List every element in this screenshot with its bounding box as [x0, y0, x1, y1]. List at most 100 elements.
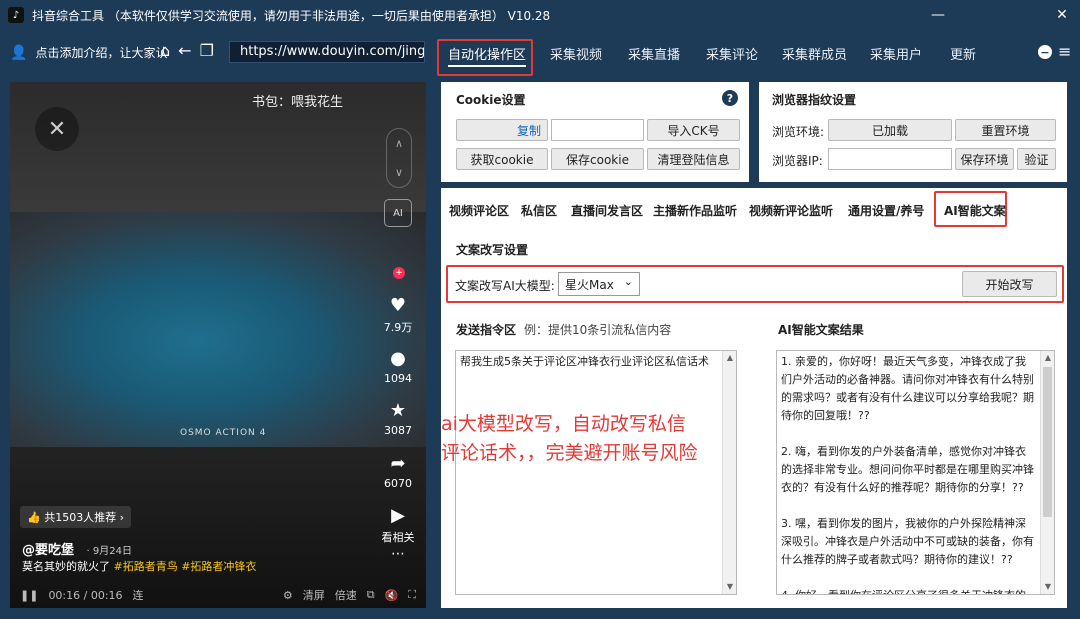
heart-icon: ♥ — [389, 295, 407, 316]
app-logo-icon: ♪ — [8, 7, 24, 23]
tab-collect-live[interactable]: 采集直播 — [628, 44, 680, 63]
comment-stat[interactable]: ● 1094 — [376, 348, 420, 385]
get-cookie-button[interactable]: 获取cookie — [456, 148, 548, 170]
close-window-button[interactable]: ✕ — [1040, 0, 1080, 30]
result-textarea[interactable]: 1. 亲爱的，你好呀！最近天气多变，冲锋衣成了我们户外活动的必备神器。请问你对冲… — [776, 350, 1055, 595]
tab-general-settings[interactable]: 通用设置/养号 — [848, 202, 924, 219]
prompt-scrollbar[interactable]: ▲ ▼ — [722, 351, 736, 594]
menu-icon[interactable]: ≡ — [1058, 42, 1071, 61]
video-player[interactable]: ✕ 书包：喂我花生 ∧ ∨ AI + ♥ 7.9万 ● 1094 ★ 3087 … — [10, 82, 426, 608]
star-icon: ★ — [389, 400, 407, 421]
promo-annotation: ai大模型改写，自动改写私信 评论话术，，完美避开账号风险 — [441, 410, 698, 468]
prompt-example: 例：提供10条引流私信内容 — [524, 323, 672, 337]
result-item: 3. 嘿，看到你发的图片，我被你的户外探险精神深深吸引。冲锋衣是户外活动中不可或… — [781, 517, 1034, 566]
tab-video-comments[interactable]: 视频评论区 — [449, 202, 509, 219]
chevron-down-icon: ⌄ — [623, 275, 633, 288]
like-stat[interactable]: ♥ 7.9万 — [376, 295, 420, 335]
prompt-text: 帮我生成5条关于评论区冲锋衣行业评论区私信话术 — [460, 355, 709, 368]
model-label: 文案改写AI大模型: — [455, 279, 555, 293]
mute-icon[interactable]: 🔇 — [385, 589, 399, 602]
result-scrollbar[interactable]: ▲ ▼ — [1040, 351, 1054, 594]
scroll-up-icon[interactable]: ▲ — [723, 351, 736, 365]
fullscreen-icon[interactable]: ⛶ — [408, 588, 416, 602]
ai-icon[interactable]: AI — [384, 199, 412, 227]
cookie-input[interactable] — [551, 119, 644, 141]
clear-login-button[interactable]: 清理登陆信息 — [647, 148, 740, 170]
browser-ip-label: 浏览器IP: — [772, 154, 823, 168]
user-icon: 👤 — [10, 44, 28, 61]
share-stat[interactable]: ➦ 6070 — [376, 453, 420, 490]
camera-watermark: OSMO ACTION 4 — [180, 428, 267, 438]
user-intro-text: 点击添加介绍，让大家认 — [35, 46, 168, 60]
copy-page-icon[interactable]: ❐ — [200, 41, 214, 60]
close-video-icon[interactable]: ✕ — [35, 107, 79, 151]
tab-new-works-monitor[interactable]: 主播新作品监听 — [653, 202, 737, 219]
autoplay-toggle[interactable]: 连 — [133, 587, 144, 603]
scroll-up-icon[interactable]: ▲ — [1041, 351, 1054, 365]
favorite-stat[interactable]: ★ 3087 — [376, 400, 420, 437]
prompt-textarea[interactable]: 帮我生成5条关于评论区冲锋衣行业评论区私信话术 ▲ ▼ — [455, 350, 737, 595]
scroll-down-icon[interactable]: ▼ — [723, 580, 736, 594]
import-ck-button[interactable]: 导入CK号 — [647, 119, 740, 141]
description-tags[interactable]: #拓路者青鸟 #拓路者冲锋衣 — [114, 560, 257, 573]
video-scroll-control[interactable]: ∧ ∨ — [386, 128, 412, 188]
tab-live-room[interactable]: 直播间发言区 — [571, 202, 643, 219]
url-bar[interactable]: https://www.douyin.com/jingxuan — [229, 41, 425, 63]
tab-collect-video[interactable]: 采集视频 — [550, 44, 602, 63]
video-bag-text: 书包：喂我花生 — [252, 95, 344, 110]
tab-new-comment-monitor[interactable]: 视频新评论监听 — [749, 202, 833, 219]
cookie-panel-title: Cookie设置 — [456, 93, 526, 107]
save-env-button[interactable]: 保存环境 — [955, 148, 1014, 170]
home-icon[interactable]: ⌂ — [160, 41, 170, 60]
save-cookie-button[interactable]: 保存cookie — [551, 148, 644, 170]
follow-plus-icon[interactable]: + — [393, 267, 405, 279]
scroll-down-icon[interactable]: ▼ — [1041, 580, 1054, 594]
collapse-icon[interactable]: − — [1038, 45, 1052, 59]
help-icon[interactable]: ? — [722, 90, 738, 106]
video-frame — [10, 212, 426, 447]
video-time: 00:16 / 00:16 — [48, 588, 123, 602]
video-blur-top — [10, 82, 426, 212]
tab-collect-comments[interactable]: 采集评论 — [706, 44, 758, 63]
browser-panel-title: 浏览器指纹设置 — [772, 93, 857, 107]
comment-icon: ● — [390, 348, 406, 369]
tab-update[interactable]: 更新 — [950, 44, 976, 63]
tab-collect-group-members[interactable]: 采集群成员 — [782, 44, 847, 63]
tab-collect-users[interactable]: 采集用户 — [870, 44, 922, 63]
speed-button[interactable]: 倍速 — [335, 587, 357, 603]
reset-env-button[interactable]: 重置环境 — [955, 119, 1056, 141]
description-text: 莫名其妙的就火了 — [22, 560, 110, 573]
tab-automation[interactable]: 自动化操作区 — [448, 44, 527, 67]
chevron-up-icon[interactable]: ∧ — [395, 137, 403, 150]
verify-button[interactable]: 验证 — [1017, 148, 1056, 170]
scroll-thumb[interactable] — [1043, 367, 1052, 517]
copy-cookie-button[interactable]: 复制 — [456, 119, 548, 141]
promo-line-2: 评论话术，，完美避开账号风险 — [441, 442, 698, 464]
clear-screen-toggle[interactable]: 清屏 — [303, 587, 325, 603]
share-icon: ➦ — [390, 453, 406, 474]
chevron-down-icon[interactable]: ∨ — [395, 166, 403, 179]
more-options-icon[interactable]: ⋯ — [376, 546, 420, 562]
browser-ip-input[interactable] — [828, 148, 952, 170]
like-count: 7.9万 — [383, 321, 413, 334]
model-select[interactable]: 星火Max ⌄ — [558, 272, 640, 296]
promo-line-1: ai大模型改写，自动改写私信 — [441, 413, 686, 435]
settings-icon[interactable]: ⚙ — [283, 589, 293, 602]
tab-ai-copywriting[interactable]: AI智能文案 — [944, 202, 1006, 219]
start-rewrite-button[interactable]: 开始改写 — [962, 271, 1057, 297]
tab-private-message[interactable]: 私信区 — [521, 202, 557, 219]
recommend-badge[interactable]: 👍 共1503人推荐 › — [20, 506, 132, 528]
nav-bar: 👤 点击添加介绍，让大家认 ⌂ ← ❐ https://www.douyin.c… — [0, 30, 1080, 76]
env-status: 已加载 — [828, 119, 952, 141]
pip-icon[interactable]: ⧉ — [367, 588, 375, 602]
back-arrow-icon[interactable]: ← — [178, 41, 191, 60]
related-stat[interactable]: ▶ 看相关 — [376, 505, 420, 545]
pause-icon[interactable]: ❚❚ — [20, 589, 38, 602]
video-author[interactable]: @要吃堡 · 9月24日 — [22, 539, 132, 558]
user-profile[interactable]: 👤 点击添加介绍，让大家认 — [10, 44, 167, 61]
model-select-value: 星火Max — [565, 278, 614, 292]
result-item: 4. 你好，看到你在评论区分享了很多关于冲锋衣的知识，真的很感谢你的分享。我想问… — [781, 587, 1036, 594]
minimize-button[interactable]: — — [916, 0, 960, 30]
author-name: @要吃堡 — [22, 543, 75, 558]
result-item: 1. 亲爱的，你好呀！最近天气多变，冲锋衣成了我们户外活动的必备神器。请问你对冲… — [781, 355, 1034, 422]
